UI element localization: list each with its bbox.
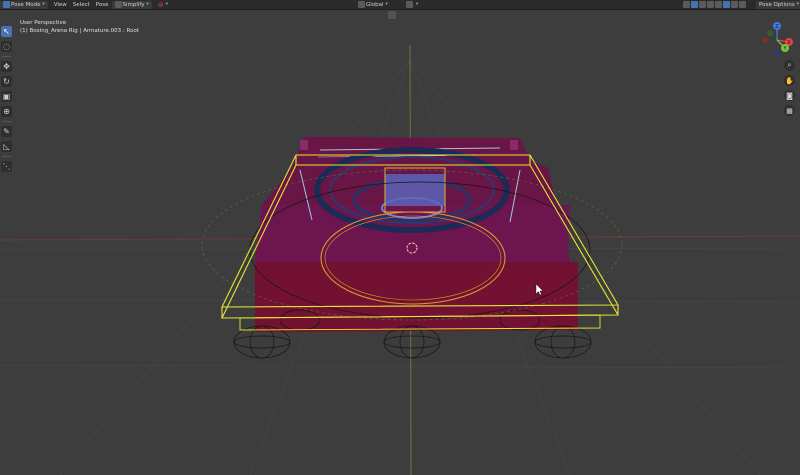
toolbar-divider (2, 156, 11, 157)
armature-icon: ⊘ (157, 0, 164, 9)
chevron-down-icon: ▾ (146, 2, 149, 7)
overlay-icon (699, 1, 706, 8)
camera-icon[interactable]: ◙ (784, 90, 795, 101)
perspective-label: User Perspective (20, 20, 67, 26)
gizmo-toggles[interactable] (680, 1, 750, 9)
visibility-icon (683, 1, 690, 8)
grid-icon[interactable]: ▦ (784, 105, 795, 116)
relax-icon[interactable]: ⋱ (1, 161, 12, 172)
pose-options-button[interactable]: Pose Options ▾ (756, 0, 800, 9)
chevron-down-icon: ▾ (796, 2, 799, 7)
transform-icon[interactable]: ⊕ (1, 106, 12, 117)
annotate-icon[interactable]: ✎ (1, 126, 12, 137)
simplify-button[interactable]: Simplify ▾ (111, 0, 152, 9)
simplify-label: Simplify (122, 1, 145, 8)
viewport-nav-buttons: ⌕ ✋ ◙ ▦ (784, 58, 795, 118)
menu-view[interactable]: View (51, 1, 70, 9)
neg-y-axis-icon[interactable] (767, 30, 773, 36)
toolbar-divider (2, 56, 11, 57)
gizmo-icon (691, 1, 698, 8)
pivot-selector[interactable]: ▾ (403, 1, 421, 9)
mode-label: Pose Mode (11, 1, 41, 8)
neg-z-axis-icon[interactable] (774, 49, 780, 55)
viewport-info: User Perspective (1) Boxing_Arena Rig | … (20, 20, 139, 35)
toolbar-divider (2, 121, 11, 122)
pan-icon[interactable]: ✋ (784, 75, 795, 86)
measure-icon[interactable]: ◺ (1, 141, 12, 152)
x-axis-label: X (787, 40, 791, 46)
chevron-down-icon: ▾ (165, 2, 168, 7)
menu-select[interactable]: Select (70, 1, 93, 9)
wireframe-shading-icon (715, 1, 722, 8)
chevron-down-icon: ▾ (42, 2, 45, 7)
viewport-scene[interactable] (0, 0, 800, 475)
navigation-gizmo[interactable]: Z X Y (755, 18, 800, 63)
move-icon[interactable]: ✥ (1, 61, 12, 72)
pose-options-toggle[interactable]: ⊘ ▾ (155, 1, 171, 9)
chevron-down-icon: ▾ (416, 2, 419, 7)
xray-icon (707, 1, 714, 8)
tool-shelf: ↖ ◌ ✥ ↻ ▣ ⊕ ✎ ◺ ⋱ (0, 24, 13, 174)
rotate-icon[interactable]: ↻ (1, 76, 12, 87)
snap-icon[interactable] (388, 11, 396, 19)
select-circle-icon[interactable]: ◌ (1, 41, 12, 52)
mode-selector[interactable]: Pose Mode ▾ (0, 0, 48, 9)
material-shading-icon (731, 1, 738, 8)
solid-shading-icon (723, 1, 730, 8)
pose-mode-icon (3, 1, 10, 8)
chevron-down-icon: ▾ (385, 2, 388, 7)
pivot-icon (406, 1, 413, 8)
neg-x-axis-icon[interactable] (762, 37, 768, 43)
orientation-selector[interactable]: Global ▾ (355, 1, 391, 9)
menu-pose[interactable]: Pose (93, 1, 112, 9)
ring-mesh (255, 137, 578, 332)
orientation-label: Global (366, 1, 384, 8)
zoom-icon[interactable]: ⌕ (784, 60, 795, 71)
pose-options-label: Pose Options (759, 1, 795, 8)
object-info-label: (1) Boxing_Arena Rig | Armature.003 : Ro… (20, 27, 139, 34)
rendered-shading-icon (739, 1, 746, 8)
z-axis-label: Z (775, 24, 779, 30)
viewport-header: Pose Mode ▾ View Select Pose Simplify ▾ … (0, 0, 800, 10)
orientation-icon (358, 1, 365, 8)
simplify-icon (114, 1, 122, 8)
cursor-icon[interactable]: ↖ (1, 26, 12, 37)
scale-icon[interactable]: ▣ (1, 91, 12, 102)
center-light (385, 174, 445, 206)
